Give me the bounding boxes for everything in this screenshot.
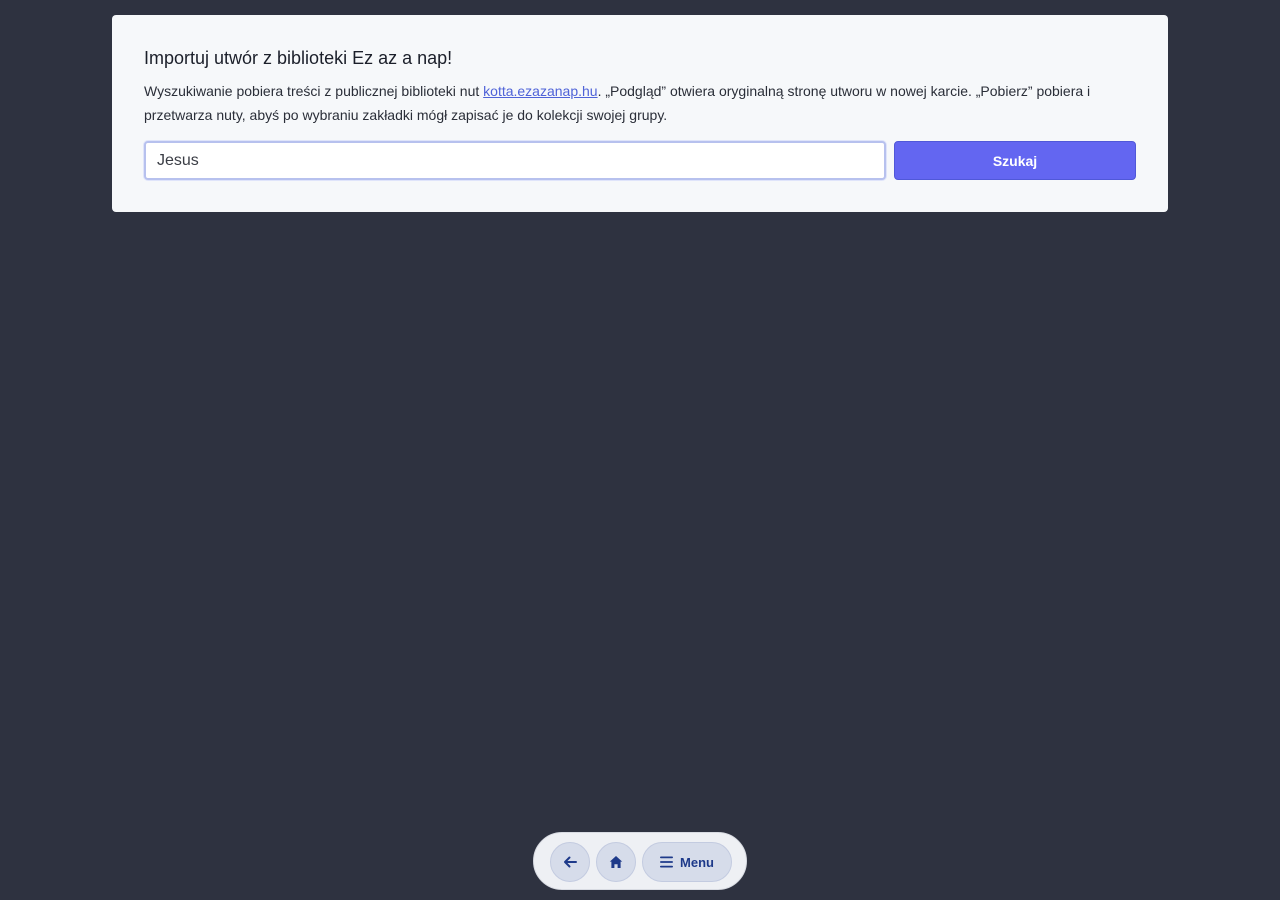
search-input[interactable]	[144, 141, 886, 180]
arrow-left-icon	[563, 855, 577, 869]
search-row: Szukaj	[144, 141, 1136, 180]
card-description: Wyszukiwanie pobiera treści z publicznej…	[144, 79, 1124, 127]
home-button[interactable]	[596, 842, 636, 882]
back-button[interactable]	[550, 842, 590, 882]
bottom-navigation-bar: Menu	[533, 832, 747, 890]
home-icon	[609, 855, 623, 869]
menu-label: Menu	[680, 854, 714, 870]
description-text-start: Wyszukiwanie pobiera treści z publicznej…	[144, 83, 484, 99]
hamburger-menu-icon	[660, 856, 674, 868]
library-link[interactable]: kotta.ezazanap.hu	[483, 83, 597, 99]
import-card: Importuj utwór z biblioteki Ez az a nap!…	[112, 15, 1168, 212]
card-title: Importuj utwór z biblioteki Ez az a nap!	[144, 48, 453, 68]
menu-button[interactable]: Menu	[642, 842, 732, 882]
search-button[interactable]: Szukaj	[894, 141, 1136, 180]
